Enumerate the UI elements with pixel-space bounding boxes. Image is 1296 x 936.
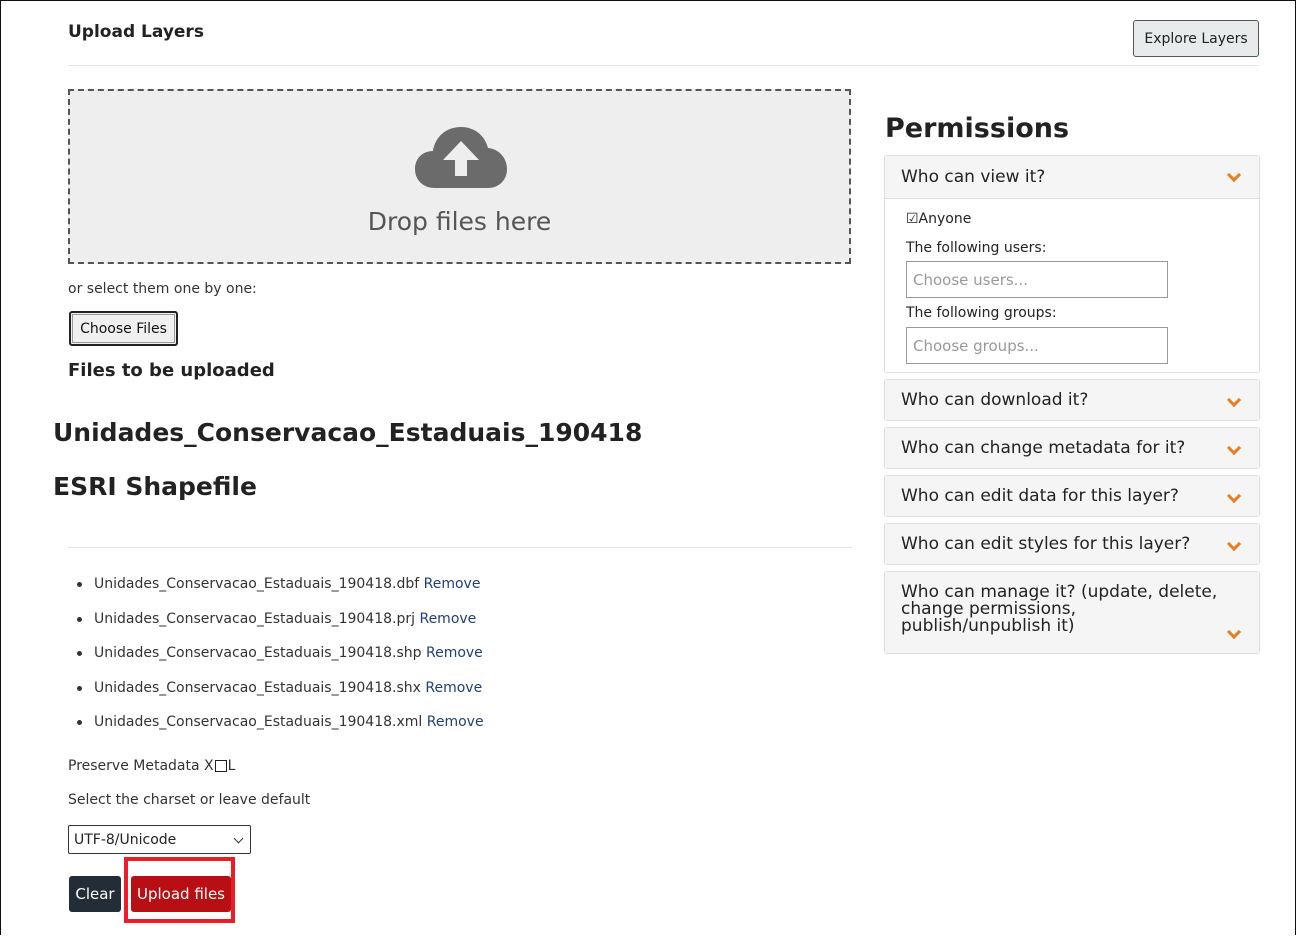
file-list: Unidades_Conservacao_Estaduais_190418.db… (77, 574, 484, 747)
panel-header-manage[interactable]: Who can manage it? (update, delete, chan… (885, 572, 1259, 653)
permission-panel-metadata: Who can change metadata for it? (884, 427, 1260, 469)
chevron-down-icon (1226, 488, 1242, 504)
panel-header-metadata[interactable]: Who can change metadata for it? (885, 428, 1259, 468)
list-item: Unidades_Conservacao_Estaduais_190418.sh… (77, 678, 484, 713)
chevron-down-icon (233, 833, 244, 844)
file-name: Unidades_Conservacao_Estaduais_190418.sh… (94, 679, 421, 696)
preserve-metadata-checkbox[interactable] (214, 760, 227, 772)
chevron-down-icon (1226, 624, 1242, 640)
panel-body-view: ☑Anyone The following users: Choose user… (885, 198, 1259, 373)
charset-select[interactable]: UTF-8/Unicode (68, 825, 251, 854)
files-divider (68, 547, 852, 548)
layer-name: Unidades_Conservacao_Estaduais_190418 (53, 418, 643, 447)
file-name: Unidades_Conservacao_Estaduais_190418.pr… (94, 610, 416, 627)
header-divider (68, 65, 1259, 66)
clear-button[interactable]: Clear (69, 876, 121, 912)
file-name: Unidades_Conservacao_Estaduais_190418.db… (94, 576, 420, 592)
panel-header-edit-styles[interactable]: Who can edit styles for this layer? (885, 524, 1259, 564)
panel-header-download[interactable]: Who can download it? (885, 380, 1259, 420)
remove-link[interactable]: Remove (426, 645, 483, 661)
choose-files-button[interactable]: Choose Files (69, 311, 178, 346)
list-item: Unidades_Conservacao_Estaduais_190418.xm… (77, 712, 484, 747)
list-item: Unidades_Conservacao_Estaduais_190418.sh… (77, 643, 484, 678)
list-item: Unidades_Conservacao_Estaduais_190418.db… (77, 574, 484, 609)
cloud-upload-icon (415, 127, 507, 188)
list-item: Unidades_Conservacao_Estaduais_190418.pr… (77, 609, 484, 644)
permissions-title: Permissions (885, 113, 1070, 144)
groups-input[interactable]: Choose groups... (906, 327, 1168, 364)
file-dropzone[interactable]: Drop files here (68, 89, 851, 264)
permission-panel-edit-styles: Who can edit styles for this layer? (884, 523, 1260, 565)
preserve-metadata-label: Preserve Metadata X (68, 758, 214, 774)
panel-header-edit-data[interactable]: Who can edit data for this layer? (885, 476, 1259, 516)
panel-title: Who can change metadata for it? (901, 438, 1186, 458)
page-title: Upload Layers (68, 22, 204, 42)
permission-panel-download: Who can download it? (884, 379, 1260, 421)
file-name: Unidades_Conservacao_Estaduais_190418.sh… (94, 645, 422, 661)
remove-link[interactable]: Remove (419, 611, 476, 627)
chevron-down-icon (1226, 536, 1242, 552)
permission-panel-view: Who can view it? ☑Anyone The following u… (884, 155, 1260, 373)
upload-files-button[interactable]: Upload files (131, 876, 231, 912)
panel-title: Who can manage it? (update, delete, chan… (901, 582, 1218, 636)
remove-link[interactable]: Remove (425, 680, 482, 696)
chevron-down-icon (1226, 167, 1242, 183)
select-hint: or select them one by one: (68, 281, 257, 297)
permission-panel-manage: Who can manage it? (update, delete, chan… (884, 571, 1260, 654)
explore-layers-button[interactable]: Explore Layers (1133, 20, 1259, 57)
file-name: Unidades_Conservacao_Estaduais_190418.xm… (94, 714, 423, 730)
groups-label: The following groups: (906, 305, 1057, 321)
charset-value: UTF-8/Unicode (74, 831, 177, 848)
charset-label: Select the charset or leave default (68, 792, 311, 808)
layer-type: ESRI Shapefile (53, 472, 257, 501)
panel-title: Who can view it? (901, 167, 1046, 187)
anyone-checkbox[interactable]: ☑Anyone (906, 211, 971, 227)
panel-title: Who can edit styles for this layer? (901, 534, 1191, 554)
remove-link[interactable]: Remove (427, 714, 484, 730)
panel-title: Who can edit data for this layer? (901, 486, 1179, 506)
panel-title: Who can download it? (901, 390, 1089, 410)
preserve-metadata-suffix: L (227, 758, 236, 774)
preserve-metadata: Preserve Metadata X L (68, 758, 235, 774)
permission-panel-edit-data: Who can edit data for this layer? (884, 475, 1260, 517)
drop-files-text: Drop files here (367, 207, 552, 236)
panel-header-view[interactable]: Who can view it? (885, 156, 1259, 198)
chevron-down-icon (1226, 392, 1242, 408)
users-input[interactable]: Choose users... (906, 261, 1168, 298)
files-heading: Files to be uploaded (68, 360, 275, 381)
users-label: The following users: (906, 240, 1047, 256)
chevron-down-icon (1226, 440, 1242, 456)
remove-link[interactable]: Remove (424, 576, 481, 592)
